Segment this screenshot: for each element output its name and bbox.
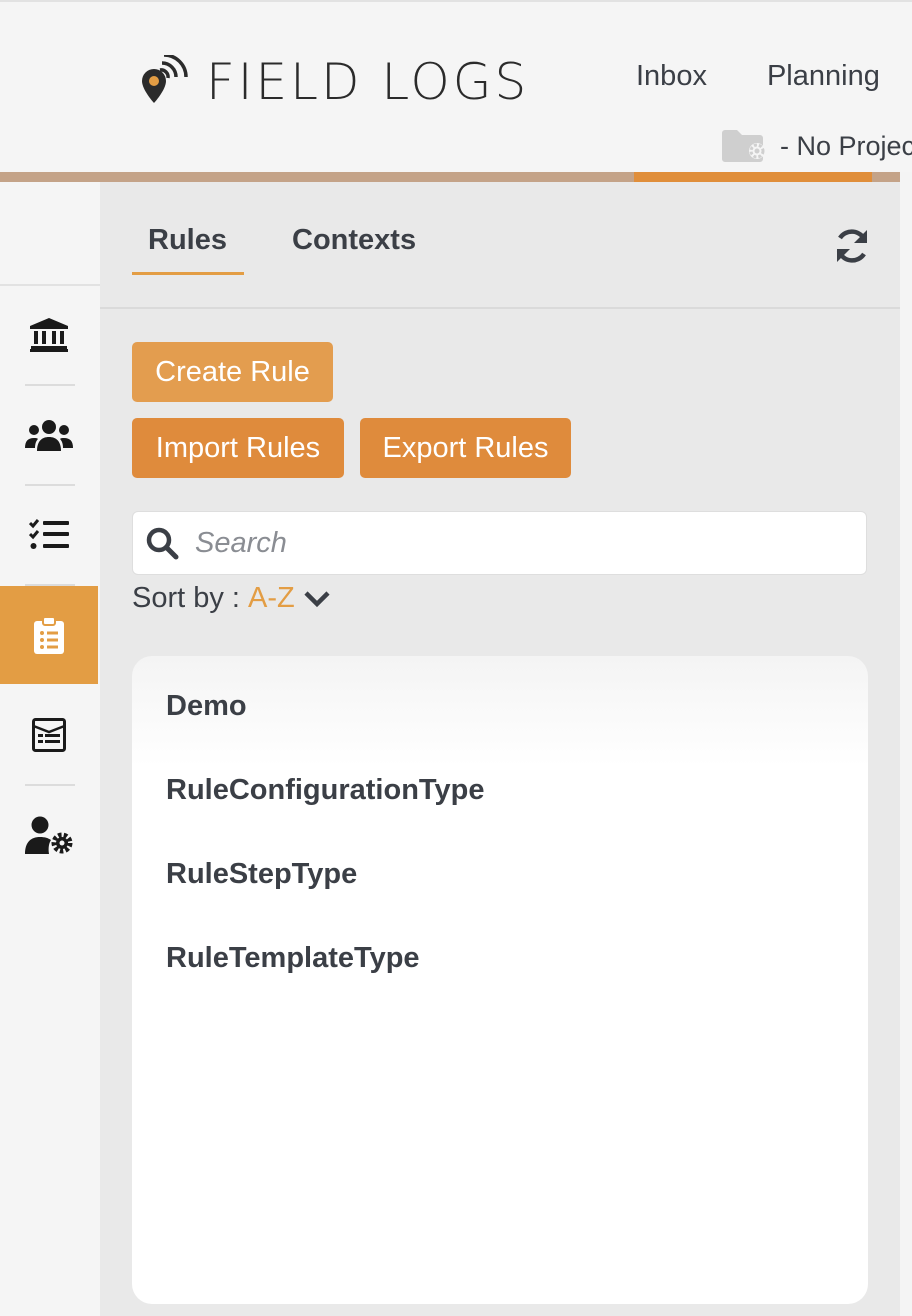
location-signal-icon [142,55,188,103]
tab-contexts[interactable]: Contexts [292,224,416,257]
nav-inbox[interactable]: Inbox [636,60,707,93]
tab-bar: Rules Contexts [100,182,900,309]
sidebar-item-bank[interactable] [0,286,98,384]
create-rule-button[interactable]: Create Rule [132,342,333,402]
import-rules-button[interactable]: Import Rules [132,418,344,478]
sidebar [0,182,100,1316]
top-nav: Inbox Planning [636,60,880,93]
sidebar-item-users[interactable] [0,386,98,484]
list-item[interactable]: RuleStepType [166,858,357,891]
folder-gear-icon [722,130,765,162]
sort-control[interactable]: Sort by : A-Z [132,582,331,615]
app-header: FIELD LOGS Inbox Planning - No Projec [0,0,912,172]
search-icon [146,527,179,560]
chevron-down-icon[interactable] [303,589,331,609]
clipboard-list-icon [34,616,64,654]
active-tab-indicator [132,272,244,275]
bank-icon [30,318,68,352]
brand-name: FIELD LOGS [206,53,530,111]
scroll-gutter [900,182,912,1316]
sidebar-item-tasks[interactable] [0,486,98,584]
sort-value[interactable]: A-Z [248,582,295,615]
list-item[interactable]: RuleConfigurationType [166,774,484,807]
nav-planning[interactable]: Planning [767,60,880,93]
rules-list: Demo RuleConfigurationType RuleStepType … [132,656,868,1304]
list-item[interactable]: RuleTemplateType [166,942,420,975]
sidebar-item-user-settings[interactable] [0,786,98,884]
user-gear-icon [25,816,73,854]
export-rules-button[interactable]: Export Rules [360,418,571,478]
list-item[interactable]: Demo [166,690,247,723]
project-selector[interactable]: - No Projec [722,130,912,162]
sort-label: Sort by : [132,582,240,614]
rules-panel: Rules Contexts Create Rule Import Rules … [100,182,900,1316]
search-box [132,511,867,575]
header-active-indicator [634,172,872,182]
project-name: - No Projec [780,130,912,161]
checklist-icon [29,519,69,549]
tab-rules[interactable]: Rules [148,224,227,257]
brand-logo[interactable]: FIELD LOGS [140,52,529,112]
sidebar-item-forms[interactable] [0,686,98,784]
refresh-icon[interactable] [832,226,872,266]
search-input[interactable] [195,526,855,560]
sidebar-item-rules[interactable] [0,586,98,684]
users-icon [25,420,73,451]
form-icon [32,718,66,752]
